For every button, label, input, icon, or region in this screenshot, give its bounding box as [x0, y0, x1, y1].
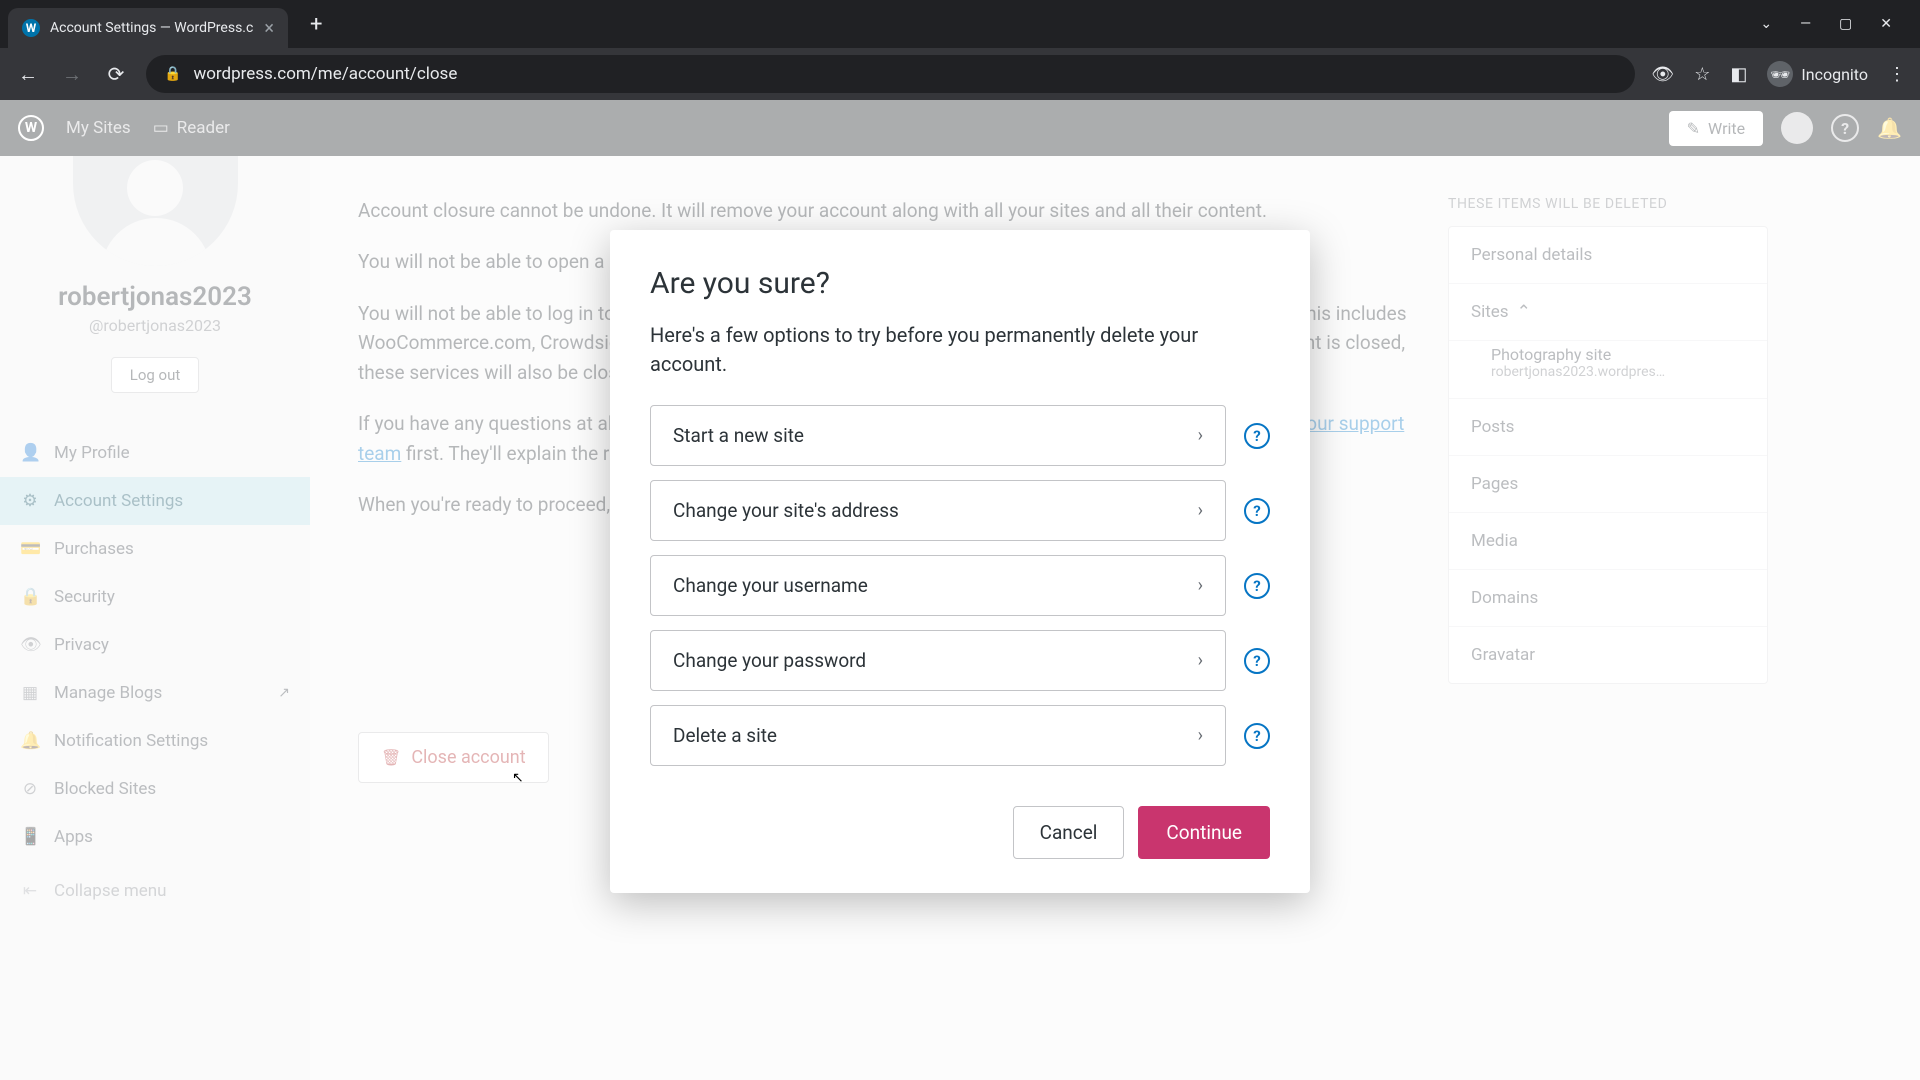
new-tab-button[interactable]: + — [302, 8, 330, 41]
reload-button-icon[interactable]: ⟳ — [102, 62, 130, 86]
option-change-password[interactable]: Change your password› — [650, 630, 1226, 691]
option-delete-site[interactable]: Delete a site› — [650, 705, 1226, 766]
side-panel-icon[interactable]: ◧ — [1730, 64, 1747, 85]
url-text: wordpress.com/me/account/close — [193, 64, 457, 84]
confirm-close-modal: Are you sure? Here's a few options to tr… — [610, 230, 1310, 893]
help-icon[interactable]: ? — [1244, 573, 1270, 599]
chevron-right-icon: › — [1198, 500, 1203, 521]
browser-tab-bar: W Account Settings — WordPress.c × + ⌄ —… — [0, 0, 1920, 48]
forward-button-icon: → — [58, 62, 86, 87]
incognito-label: Incognito — [1801, 65, 1868, 84]
option-start-new-site[interactable]: Start a new site› — [650, 405, 1226, 466]
chevron-right-icon: › — [1198, 650, 1203, 671]
help-icon[interactable]: ? — [1244, 648, 1270, 674]
option-change-username[interactable]: Change your username› — [650, 555, 1226, 616]
wordpress-favicon-icon: W — [22, 19, 40, 37]
modal-subtitle: Here's a few options to try before you p… — [650, 321, 1270, 379]
chevron-right-icon: › — [1198, 425, 1203, 446]
browser-menu-icon[interactable]: ⋮ — [1888, 64, 1906, 85]
tab-search-icon[interactable]: ⌄ — [1760, 16, 1772, 32]
maximize-icon[interactable]: ▢ — [1839, 16, 1852, 32]
url-input[interactable]: 🔒 wordpress.com/me/account/close — [146, 55, 1635, 93]
incognito-badge[interactable]: 🕶 Incognito — [1767, 61, 1868, 87]
window-controls: ⌄ — ▢ ✕ — [1760, 16, 1912, 32]
minimize-icon[interactable]: — — [1800, 16, 1811, 32]
chevron-right-icon: › — [1198, 725, 1203, 746]
help-icon[interactable]: ? — [1244, 498, 1270, 524]
option-change-site-address[interactable]: Change your site's address› — [650, 480, 1226, 541]
help-icon[interactable]: ? — [1244, 423, 1270, 449]
help-icon[interactable]: ? — [1244, 723, 1270, 749]
bookmark-star-icon[interactable]: ☆ — [1694, 64, 1710, 85]
close-window-icon[interactable]: ✕ — [1880, 16, 1892, 32]
incognito-icon: 🕶 — [1767, 61, 1793, 87]
cursor-icon: ↖ — [512, 770, 524, 786]
back-button-icon[interactable]: ← — [14, 62, 42, 87]
lock-icon: 🔒 — [164, 66, 181, 82]
eye-blocked-icon[interactable]: 👁 — [1651, 64, 1674, 85]
modal-overlay: Are you sure? Here's a few options to tr… — [0, 100, 1920, 1080]
browser-tab[interactable]: W Account Settings — WordPress.c × — [8, 8, 288, 48]
tab-title: Account Settings — WordPress.c — [50, 20, 254, 36]
address-bar: ← → ⟳ 🔒 wordpress.com/me/account/close 👁… — [0, 48, 1920, 100]
continue-button[interactable]: Continue — [1138, 806, 1270, 859]
modal-title: Are you sure? — [650, 266, 1270, 301]
chevron-right-icon: › — [1198, 575, 1203, 596]
cancel-button[interactable]: Cancel — [1013, 806, 1125, 859]
close-tab-icon[interactable]: × — [264, 18, 274, 39]
